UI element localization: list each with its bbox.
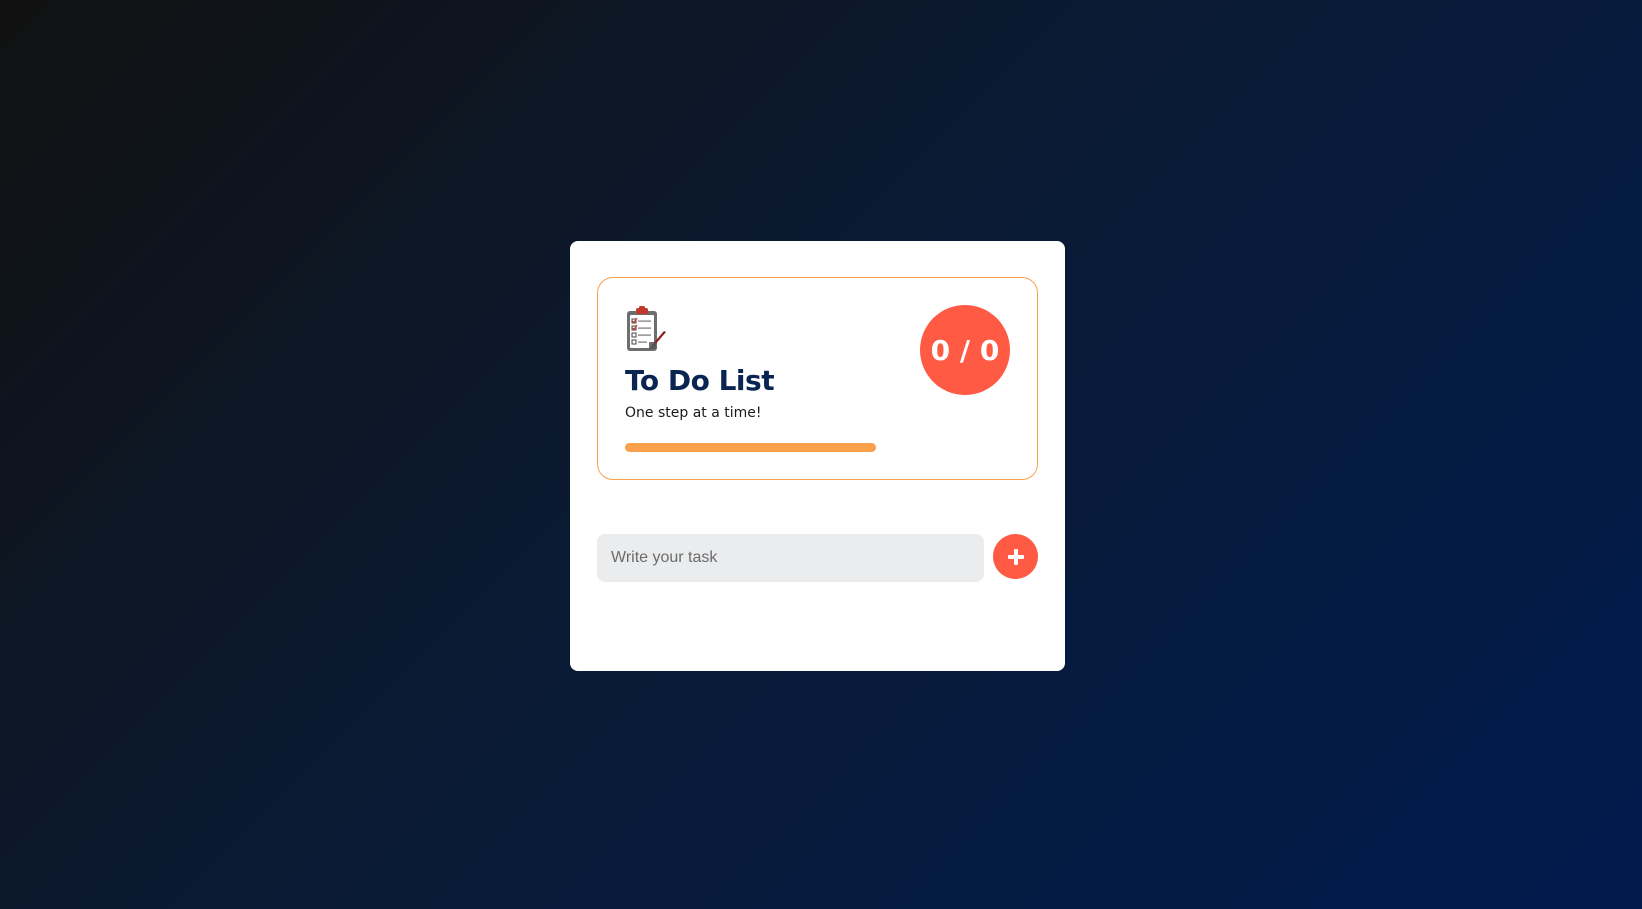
page-title: To Do List bbox=[625, 364, 775, 397]
progress-bar bbox=[625, 443, 876, 452]
page-subtitle: One step at a time! bbox=[625, 405, 762, 421]
add-task-button[interactable] bbox=[993, 534, 1038, 579]
clipboard-checklist-icon bbox=[624, 306, 668, 354]
task-input[interactable] bbox=[597, 534, 984, 582]
plus-icon bbox=[1007, 548, 1024, 565]
progress-fill bbox=[625, 443, 876, 452]
task-counter-badge: 0 / 0 bbox=[920, 305, 1010, 395]
todo-card: To Do List One step at a time! 0 / 0 bbox=[570, 241, 1065, 671]
stats-panel: To Do List One step at a time! 0 / 0 bbox=[597, 277, 1038, 480]
